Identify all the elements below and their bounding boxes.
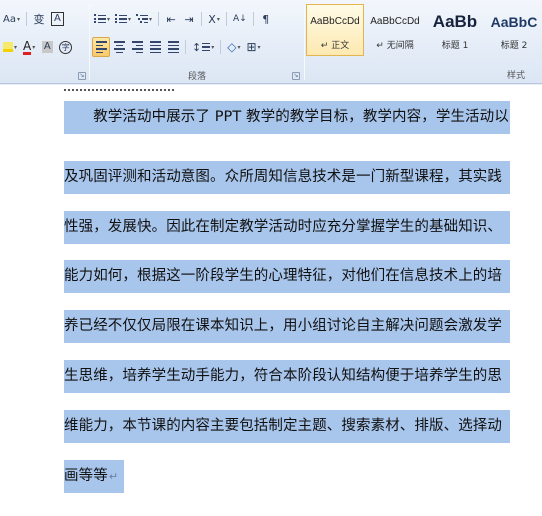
align-right-icon xyxy=(131,41,143,53)
distributed-button[interactable] xyxy=(164,37,182,57)
font-dialog-launcher[interactable]: ↘ xyxy=(78,72,86,80)
distributed-icon xyxy=(167,41,179,53)
styles-gallery: AaBbCcDd ↵ 正文 AaBbCcDd ↵ 无间隔 AaBb 标题 1 A… xyxy=(306,4,542,60)
multilevel-list-button[interactable]: ▾ xyxy=(134,9,155,29)
styles-group-label: 样式 xyxy=(506,71,525,81)
selected-text-line[interactable]: 养已经不仅仅局限在课本知识上，用小组讨论自主解决问题会激发学 xyxy=(64,310,510,343)
highlight-button[interactable]: ▾ xyxy=(0,37,20,57)
justify-icon xyxy=(149,41,161,53)
align-center-icon xyxy=(113,41,125,53)
change-case-button[interactable]: Aa ▾ xyxy=(0,9,23,29)
align-right-button[interactable] xyxy=(128,37,146,57)
phonetic-guide-button[interactable]: 变 xyxy=(30,9,48,29)
paragraph-group: ▾ ▾ ▾ ⇤ ⇥ X ▾ A↓ ¶ ↕ ▾ ◇ ▾ ⊞ ▾ 段落 ↘ xyxy=(92,0,302,84)
font-color-button[interactable]: A ▾ xyxy=(20,37,38,57)
selected-text-line[interactable]: 能力如何，根据这一阶段学生的心理特征，对他们在信息技术上的培 xyxy=(64,260,510,293)
document-page[interactable]: 教学活动中展示了 PPT 教学的教学目标，教学内容，学生活动以 及巩固评测和活动… xyxy=(0,85,542,516)
paragraph-mark-icon: ↵ xyxy=(108,470,119,483)
selected-text-line[interactable]: 生思维，培养学生动手能力，符合本阶段认知结构便于培养学生的思 xyxy=(64,360,510,393)
font-group: Aa ▾ 变 A ▾ A ▾ A 字 ↘ xyxy=(0,0,88,84)
paragraph-dialog-launcher[interactable]: ↘ xyxy=(292,72,300,80)
align-left-button[interactable] xyxy=(92,37,110,57)
char-shading-button[interactable]: A xyxy=(38,37,56,57)
style-heading-2[interactable]: AaBbC 标题 2 xyxy=(486,4,542,56)
shading-button[interactable]: ◇ ▾ xyxy=(224,37,243,57)
numbering-icon xyxy=(115,14,128,24)
selected-text-line[interactable]: 教学活动中展示了 PPT 教学的教学目标，教学内容，学生活动以 xyxy=(64,101,510,134)
line-spacing-button[interactable]: ↕ ▾ xyxy=(189,37,217,57)
highlighter-icon xyxy=(3,42,13,52)
bullets-icon xyxy=(94,14,106,24)
enclose-char-button[interactable]: 字 xyxy=(56,37,75,57)
align-left-icon xyxy=(95,41,107,53)
char-border-button[interactable]: A xyxy=(48,9,67,29)
style-normal[interactable]: AaBbCcDd ↵ 正文 xyxy=(306,4,364,56)
justify-button[interactable] xyxy=(146,37,164,57)
borders-button[interactable]: ⊞ ▾ xyxy=(243,37,263,57)
selected-text-line[interactable]: 性强，发展快。因此在制定教学活动时应充分掌握学生的基础知识、 xyxy=(64,211,510,244)
chinese-layout-button[interactable]: X ▾ xyxy=(205,9,223,29)
style-heading-1[interactable]: AaBb 标题 1 xyxy=(426,4,484,56)
multilevel-list-icon xyxy=(136,14,149,24)
sort-button[interactable]: A↓ xyxy=(230,9,250,29)
selected-text-line-last[interactable]: 画等等↵ xyxy=(64,460,125,493)
numbering-button[interactable]: ▾ xyxy=(113,9,134,29)
bullets-button[interactable]: ▾ xyxy=(92,9,113,29)
decrease-indent-button[interactable]: ⇤ xyxy=(162,9,180,29)
ribbon: Aa ▾ 变 A ▾ A ▾ A 字 ↘ ▾ ▾ ▾ ⇤ ⇥ X ▾ A↓ ¶ … xyxy=(0,0,542,84)
previous-line-fragment xyxy=(64,81,184,91)
increase-indent-button[interactable]: ⇥ xyxy=(180,9,198,29)
align-center-button[interactable] xyxy=(110,37,128,57)
show-marks-button[interactable]: ¶ xyxy=(257,9,275,29)
style-no-spacing[interactable]: AaBbCcDd ↵ 无间隔 xyxy=(366,4,424,56)
selected-text-line[interactable]: 维能力，本节课的内容主要包括制定主题、搜索素材、排版、选择动 xyxy=(64,410,510,443)
selected-text-line[interactable]: 及巩固评测和活动意图。众所周知信息技术是一门新型课程，其实践 xyxy=(64,161,510,194)
